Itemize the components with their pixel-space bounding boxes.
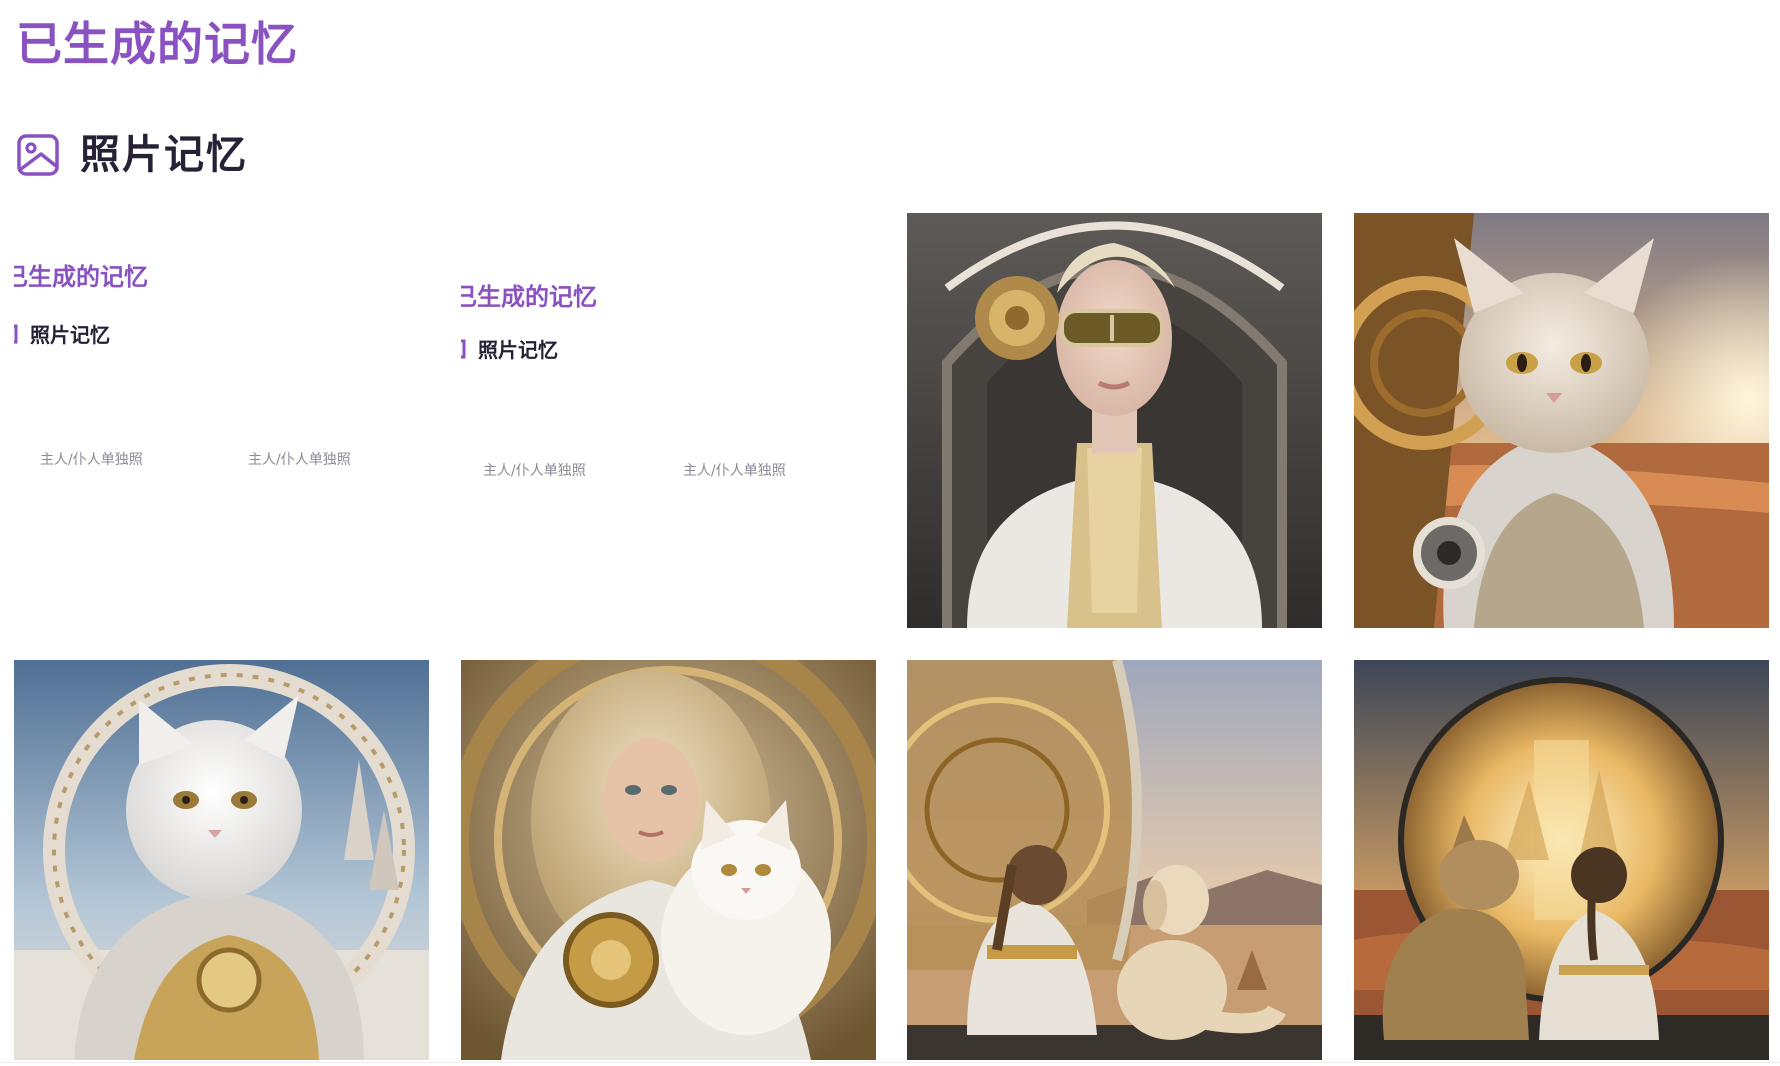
nested-caption: 主人/仆人单独照 [248,452,351,468]
photo-image [1354,660,1769,1060]
section-title: 照片记忆 [80,132,248,178]
nested-caption: 主人/仆人单独照 [683,463,786,479]
nested-page-title: 已生成的记忆 [461,283,597,311]
nested-page-title: 已生成的记忆 [14,263,148,291]
photo-tile-woman-sunglasses[interactable] [907,213,1322,628]
divider [0,1062,1780,1063]
photo-tile-cat-desert-sunset[interactable] [1354,213,1769,628]
photo-tile-woman-holding-cat[interactable] [461,660,876,1060]
photo-image [461,660,876,1060]
nested-caption: 主人/仆人单独照 [40,452,143,468]
image-icon [14,323,20,345]
nested-section-header: 照片记忆 [14,319,110,348]
section-header-photo-memories: 照片记忆 [16,125,248,185]
photo-image [907,213,1322,628]
photo-image [1354,213,1769,628]
nested-caption: 主人/仆人单独照 [483,463,586,479]
photo-tile-dog-woman-sphere[interactable] [1354,660,1769,1060]
page-title: 已生成的记忆 [16,17,298,71]
photo-tile-white-cat-ring[interactable] [14,660,429,1060]
nested-section-title: 照片记忆 [30,323,110,347]
image-icon [16,133,60,177]
photo-image [907,660,1322,1060]
photo-image [14,660,429,1060]
photo-tile-woman-dog-desert[interactable] [907,660,1322,1060]
photo-tile-nested-screenshot-2[interactable]: 已生成的记忆 照片记忆 主人/仆人单独照 主人/仆人单独照 [461,213,876,628]
generated-memories-page: 已生成的记忆 照片记忆 已生成的记忆 照片记忆 主人/仆人单独照 主人/仆人单独… [0,0,1780,1066]
nested-section-header: 照片记忆 [461,334,558,363]
photo-tile-nested-screenshot-1[interactable]: 已生成的记忆 照片记忆 主人/仆人单独照 主人/仆人单独照 [14,213,429,628]
nested-section-title: 照片记忆 [478,338,558,362]
image-icon [461,338,468,360]
